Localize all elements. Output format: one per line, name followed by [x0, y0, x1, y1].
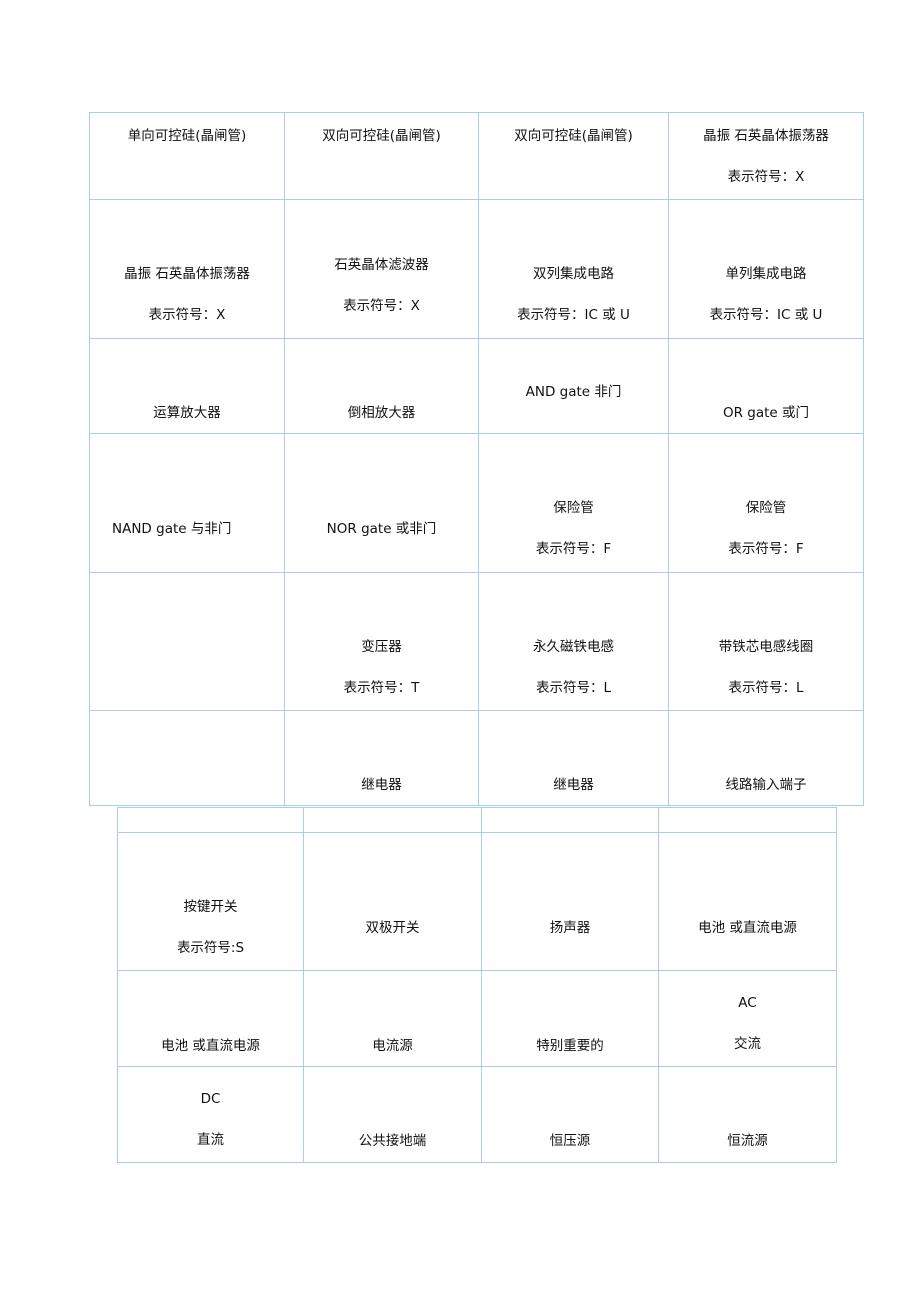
- table-cell: NOR gate 或非门: [284, 433, 479, 573]
- table-cell: 变压器表示符号：T: [284, 572, 479, 711]
- cell-symbol: 表示符号：X: [343, 297, 420, 314]
- table-cell: [117, 807, 304, 833]
- table-cell: 继电器: [478, 710, 669, 806]
- cell-title: 倒相放大器: [347, 405, 416, 421]
- cell-title: 单向可控硅(晶闸管): [127, 128, 247, 144]
- table-cell: [481, 807, 659, 833]
- table-cell: 晶振 石英晶体振荡器 表示符号：X: [668, 112, 864, 200]
- cell-symbol: 直流: [197, 1131, 224, 1148]
- cell-title: 扬声器: [549, 920, 591, 936]
- table-cell: 晶振 石英晶体振荡器 表示符号：X: [89, 199, 285, 339]
- cell-symbol: 表示符号：F: [728, 540, 804, 557]
- cell-title: 恒压源: [549, 1133, 591, 1149]
- table-cell: 双向可控硅(晶闸管): [478, 112, 669, 200]
- cell-title: 永久磁铁电感: [533, 639, 614, 655]
- cell-symbol: 表示符号：F: [535, 540, 612, 557]
- cell-symbol: 表示符号：L: [535, 679, 612, 696]
- cell-title: DC: [200, 1091, 221, 1107]
- cell-title: 双向可控硅(晶闸管): [514, 128, 633, 144]
- table-cell: 石英晶体滤波器 表示符号：X: [284, 199, 479, 339]
- cell-title: 继电器: [553, 777, 594, 793]
- table-cell: AND gate 非门: [478, 338, 669, 434]
- table-row: 按键开关表示符号:S 双极开关 扬声器 电池 或直流电源: [117, 832, 837, 971]
- table-cell: DC 直流: [117, 1066, 304, 1163]
- table-row: 继电器 继电器 线路输入端子: [89, 710, 864, 806]
- cell-title: 运算放大器: [153, 405, 221, 421]
- cell-title: 石英晶体滤波器: [334, 257, 429, 273]
- table-cell: 电池 或直流电源: [658, 832, 837, 971]
- cell-title: 恒流源: [727, 1133, 768, 1149]
- symbol-table-2: 按键开关表示符号:S 双极开关 扬声器 电池 或直流电源 电池 或直流电源 电流…: [117, 807, 837, 1163]
- table-cell: [89, 572, 285, 711]
- table-cell: 恒压源: [481, 1066, 659, 1163]
- cell-title: 特别重要的: [536, 1038, 604, 1054]
- cell-title: AND gate 非门: [525, 384, 622, 400]
- table-cell: 公共接地端: [303, 1066, 482, 1163]
- table-cell: [658, 807, 837, 833]
- table-cell: 双向可控硅(晶闸管): [284, 112, 479, 200]
- symbol-table-1: 单向可控硅(晶闸管) 双向可控硅(晶闸管) 双向可控硅(晶闸管) 晶振 石英晶体…: [89, 112, 864, 806]
- table-cell: 特别重要的: [481, 970, 659, 1067]
- cell-symbol: 表示符号：IC 或 U: [517, 306, 630, 323]
- cell-symbol: 表示符号：X: [148, 306, 226, 323]
- cell-title: 保险管: [553, 500, 594, 516]
- cell-title: 带铁芯电感线圈: [718, 639, 814, 655]
- table-cell: 单列集成电路 表示符号：IC 或 U: [668, 199, 864, 339]
- table-cell: 电流源: [303, 970, 482, 1067]
- cell-title: 电池 或直流电源: [161, 1038, 260, 1054]
- table-cell: AC 交流: [658, 970, 837, 1067]
- table-cell: 双极开关: [303, 832, 482, 971]
- cell-title: 双向可控硅(晶闸管): [322, 128, 441, 144]
- table-cell: 恒流源: [658, 1066, 837, 1163]
- table-cell: OR gate 或门: [668, 338, 864, 434]
- cell-title: 保险管: [745, 500, 787, 516]
- cell-title: 单列集成电路: [725, 266, 807, 282]
- table-row: [117, 807, 837, 833]
- table-cell: 倒相放大器: [284, 338, 479, 434]
- cell-title: 线路输入端子: [725, 777, 807, 793]
- table-row: 变压器 表示符号：T 永久磁铁电感 表示符号：L 带铁芯电感线圈 表示符号：L: [89, 572, 864, 711]
- cell-title: 双极开关: [365, 920, 420, 936]
- table-cell: 带铁芯电感线圈 表示符号：L: [668, 572, 864, 711]
- cell-title: NAND gate 与非门: [112, 521, 232, 537]
- table-cell: 永久磁铁电感 表示符号：L: [478, 572, 669, 711]
- cell-title: 电池 或直流电源: [698, 920, 797, 936]
- table-cell: 按键开关表示符号:S: [117, 832, 304, 971]
- table-cell: 保险管表示符号：F: [668, 433, 864, 573]
- table-cell: 运算放大器: [89, 338, 285, 434]
- table-row: 晶振 石英晶体振荡器 表示符号：X 石英晶体滤波器 表示符号：X 双列集成电路 表示符…: [89, 199, 864, 339]
- table-row: 单向可控硅(晶闸管) 双向可控硅(晶闸管) 双向可控硅(晶闸管) 晶振 石英晶体…: [89, 112, 864, 200]
- cell-symbol: 表示符号：T: [343, 679, 420, 696]
- table-cell: 双列集成电路 表示符号：IC 或 U: [478, 199, 669, 339]
- cell-title: 电流源: [372, 1038, 413, 1054]
- table-cell: 单向可控硅(晶闸管): [89, 112, 285, 200]
- cell-title: 晶振 石英晶体振荡器: [124, 266, 250, 282]
- table-row: 运算放大器 倒相放大器 AND gate 非门 OR gate 或门: [89, 338, 864, 434]
- table-cell: [89, 710, 285, 806]
- cell-symbol: 交流: [734, 1035, 761, 1052]
- cell-title: NOR gate 或非门: [326, 521, 437, 537]
- table-cell: 电池 或直流电源: [117, 970, 304, 1067]
- cell-symbol: 表示符号:S: [176, 939, 245, 956]
- cell-title: 公共接地端: [358, 1133, 427, 1149]
- table-cell: 继电器: [284, 710, 479, 806]
- cell-title: 继电器: [361, 777, 402, 793]
- table-cell: NAND gate 与非门: [89, 433, 285, 573]
- cell-title: AC: [738, 995, 757, 1011]
- cell-title: OR gate 或门: [722, 405, 810, 421]
- cell-title: 按键开关: [183, 899, 238, 915]
- cell-symbol: 表示符号：IC 或 U: [709, 306, 823, 323]
- cell-symbol: 表示符号：X: [727, 168, 805, 185]
- table-cell: [303, 807, 482, 833]
- table-cell: 线路输入端子: [668, 710, 864, 806]
- cell-symbol: 表示符号：L: [728, 679, 804, 696]
- cell-title: 晶振 石英晶体振荡器: [703, 128, 829, 144]
- cell-title: 双列集成电路: [533, 266, 614, 282]
- table-row: DC 直流 公共接地端 恒压源 恒流源: [117, 1066, 837, 1163]
- table-row: 电池 或直流电源 电流源 特别重要的 AC 交流: [117, 970, 837, 1067]
- table-cell: 扬声器: [481, 832, 659, 971]
- table-cell: 保险管表示符号：F: [478, 433, 669, 573]
- cell-title: 变压器: [361, 639, 402, 655]
- table-row: NAND gate 与非门 NOR gate 或非门 保险管表示符号：F 保险管…: [89, 433, 864, 573]
